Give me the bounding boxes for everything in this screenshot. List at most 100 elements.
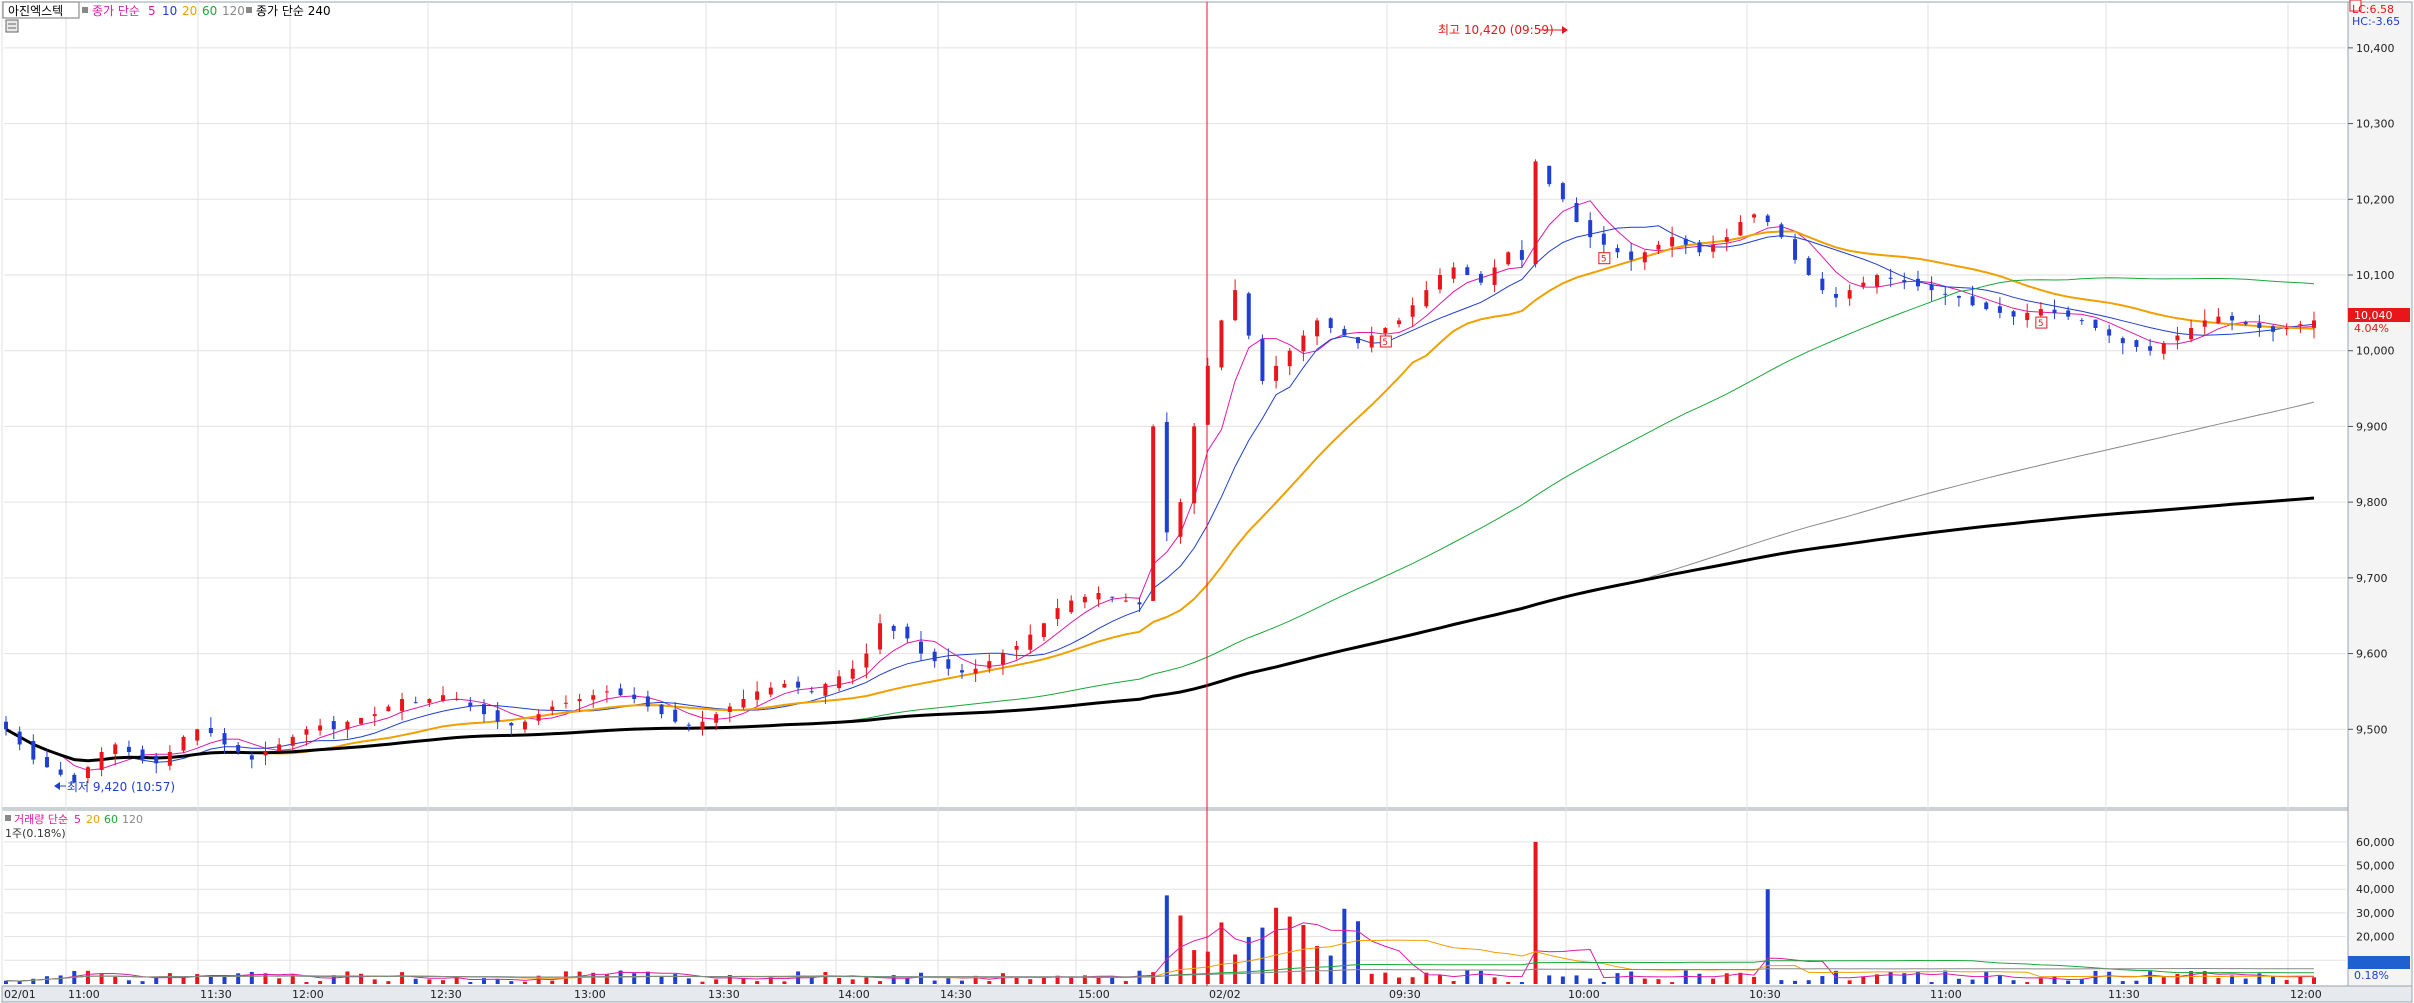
- legend-ma10: 10: [162, 4, 177, 18]
- volume-bar: [1383, 972, 1388, 984]
- candle-body: [1082, 596, 1087, 603]
- candle-body: [1670, 237, 1675, 247]
- candle-body: [1943, 293, 1948, 295]
- volume-bar: [1601, 981, 1606, 984]
- volume-bar: [714, 979, 719, 984]
- candle-body: [509, 722, 514, 726]
- volume-bar: [2271, 976, 2276, 984]
- volume-bar: [1711, 978, 1716, 984]
- candle-body: [1560, 183, 1565, 200]
- candle-body: [31, 740, 36, 760]
- candle-body: [2189, 328, 2194, 340]
- volume-bar: [85, 970, 90, 984]
- candle-body: [905, 626, 910, 639]
- candle-body: [1410, 305, 1415, 317]
- candle-body: [700, 721, 705, 730]
- volume-bar: [823, 972, 828, 984]
- candle-body: [1779, 224, 1784, 238]
- last-price-label: 10,040: [2354, 309, 2393, 322]
- candle-body: [1164, 421, 1169, 533]
- volume-bar: [1178, 915, 1183, 984]
- candle-body: [1752, 214, 1757, 218]
- time-tick-label: 10:00: [1568, 988, 1600, 1001]
- volume-tick-label: 20,000: [2356, 931, 2395, 944]
- candle-body: [1615, 248, 1620, 253]
- volume-bar: [550, 980, 555, 984]
- candle-body: [987, 661, 992, 669]
- price-tick-label: 10,400: [2356, 42, 2395, 55]
- candle-body: [1369, 335, 1374, 348]
- candle-body: [2011, 311, 2016, 317]
- candle-body: [1642, 252, 1647, 263]
- candle-body: [1874, 275, 1879, 287]
- candle-body: [659, 704, 664, 715]
- volume-bar: [44, 976, 49, 984]
- volume-bar: [604, 974, 609, 984]
- candle-body: [645, 696, 650, 707]
- price-tick-label: 10,000: [2356, 345, 2395, 358]
- last-volume-label: 0.18%: [2354, 969, 2389, 982]
- candle-body: [400, 699, 405, 711]
- time-tick-label: 11:30: [2108, 988, 2140, 1001]
- candle-body: [2202, 320, 2207, 327]
- volume-legend-ma20: 20: [86, 813, 100, 826]
- volume-bar: [1041, 977, 1046, 984]
- candle-body: [1574, 202, 1579, 222]
- volume-bar: [318, 981, 323, 984]
- volume-bar: [1943, 970, 1948, 984]
- candle-body: [44, 757, 49, 768]
- candle-body: [837, 676, 842, 689]
- candle-body: [290, 736, 295, 746]
- candle-body: [2175, 335, 2180, 341]
- candle-body: [768, 687, 773, 695]
- volume-bar: [1697, 973, 1702, 984]
- candle-body: [932, 651, 937, 662]
- candle-body: [167, 752, 172, 766]
- candle-body: [1738, 222, 1743, 236]
- candle-body: [1260, 339, 1265, 381]
- stock-chart: 9,500 9,600 9,700 9,800 9,900 10,000 10,100 10,…: [1, 0, 2413, 1003]
- candle-body: [85, 767, 90, 779]
- legend-stock-name[interactable]: 아진엑스텍: [8, 4, 63, 18]
- volume-tick-label: 30,000: [2356, 907, 2395, 920]
- volume-bar: [932, 980, 937, 984]
- candle-body: [345, 721, 350, 730]
- candle-body: [2148, 346, 2153, 351]
- time-tick-label: 14:00: [838, 988, 870, 1001]
- candle-body: [1123, 600, 1128, 602]
- volume-bar: [1356, 921, 1361, 984]
- candle-body: [1601, 233, 1606, 245]
- candle-body: [618, 688, 623, 696]
- candle-body: [2298, 324, 2303, 326]
- candle-body: [1956, 296, 1961, 298]
- volume-bar: [167, 973, 172, 984]
- chart-settings-icon[interactable]: [5, 19, 19, 33]
- volume-bar: [1861, 976, 1866, 984]
- candle-body: [1847, 290, 1852, 299]
- candle-body: [550, 706, 555, 711]
- volume-tick-label: 50,000: [2356, 860, 2395, 873]
- volume-bar: [1451, 981, 1456, 984]
- candle-body: [304, 729, 309, 735]
- candle-body: [1451, 267, 1456, 279]
- volume-bar: [1396, 977, 1401, 984]
- volume-bar: [2161, 977, 2166, 984]
- time-tick-label: 13:00: [574, 988, 606, 1001]
- candle-body: [686, 724, 691, 726]
- volume-bar: [1847, 980, 1852, 984]
- volume-bar: [2011, 980, 2016, 984]
- candle-body: [2216, 316, 2221, 324]
- candle-body: [1437, 275, 1442, 290]
- volume-bar: [1000, 973, 1005, 984]
- volume-bar: [850, 979, 855, 984]
- volume-bar: [755, 981, 760, 984]
- candle-body: [850, 668, 855, 679]
- volume-bar: [1560, 976, 1565, 984]
- candle-body: [1192, 426, 1197, 504]
- volume-bar: [905, 978, 910, 984]
- volume-bar: [1342, 908, 1347, 984]
- candle-body: [468, 702, 473, 707]
- volume-tick-label: 60,000: [2356, 836, 2395, 849]
- candle-body: [1929, 284, 1934, 291]
- candle-body: [1519, 250, 1524, 260]
